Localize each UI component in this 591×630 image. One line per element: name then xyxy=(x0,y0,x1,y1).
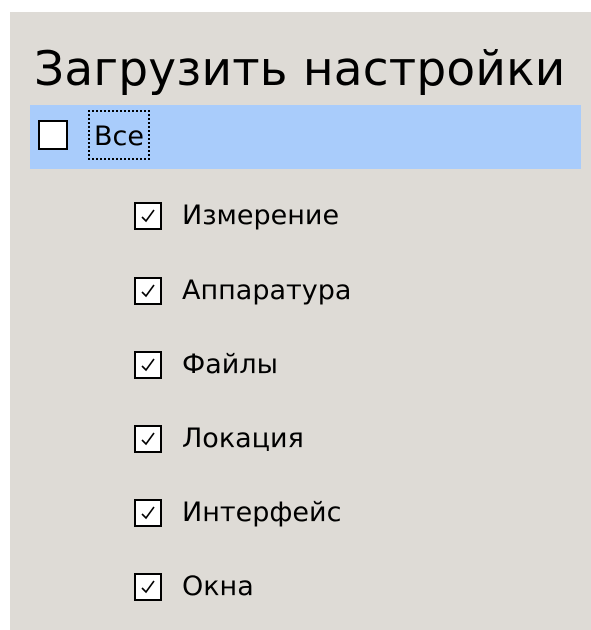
all-checkbox[interactable] xyxy=(38,120,68,150)
option-measurement[interactable]: Измерение xyxy=(134,200,534,236)
checkmark-icon xyxy=(141,506,155,520)
all-option-row[interactable]: Все xyxy=(30,105,581,169)
option-label: Файлы xyxy=(182,349,278,380)
checkmark-icon xyxy=(141,432,155,446)
panel-title: Загрузить настройки xyxy=(34,42,566,97)
option-label: Измерение xyxy=(182,200,340,231)
option-label: Окна xyxy=(182,571,254,602)
option-label: Локация xyxy=(182,423,304,454)
option-files[interactable]: Файлы xyxy=(134,349,534,385)
load-settings-panel: Загрузить настройки Все Измерение Аппара… xyxy=(10,12,591,630)
hardware-checkbox[interactable] xyxy=(134,277,162,305)
windows-checkbox[interactable] xyxy=(134,573,162,601)
checkmark-icon xyxy=(141,358,155,372)
location-checkbox[interactable] xyxy=(134,425,162,453)
option-location[interactable]: Локация xyxy=(134,423,534,459)
checkmark-icon xyxy=(141,284,155,298)
interface-checkbox[interactable] xyxy=(134,499,162,527)
checkmark-icon xyxy=(141,580,155,594)
option-interface[interactable]: Интерфейс xyxy=(134,497,534,533)
option-windows[interactable]: Окна xyxy=(134,571,534,607)
files-checkbox[interactable] xyxy=(134,351,162,379)
all-option-label[interactable]: Все xyxy=(88,110,150,160)
option-label: Аппаратура xyxy=(182,275,352,306)
option-label: Интерфейс xyxy=(182,497,342,528)
measurement-checkbox[interactable] xyxy=(134,202,162,230)
option-hardware[interactable]: Аппаратура xyxy=(134,275,534,311)
checkmark-icon xyxy=(141,209,155,223)
